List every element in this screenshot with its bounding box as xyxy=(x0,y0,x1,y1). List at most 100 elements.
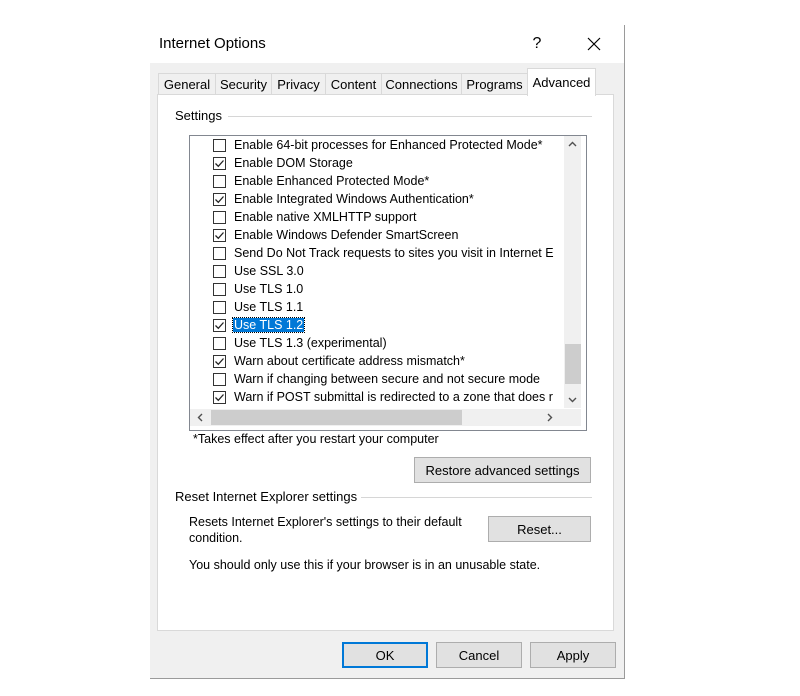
checkbox[interactable] xyxy=(213,355,226,368)
checkmark-icon xyxy=(215,160,224,168)
checkmark-icon xyxy=(215,232,224,240)
reset-warning: You should only use this if your browser… xyxy=(189,558,541,572)
settings-item-label: Enable Windows Defender SmartScreen xyxy=(234,228,459,242)
checkbox[interactable] xyxy=(213,373,226,386)
tab-security[interactable]: Security xyxy=(215,73,272,95)
checkbox[interactable] xyxy=(213,319,226,332)
settings-list-item[interactable]: Enable Windows Defender SmartScreen xyxy=(190,227,564,245)
tab-content[interactable]: Content xyxy=(325,73,382,95)
reset-divider xyxy=(358,497,592,498)
checkbox[interactable] xyxy=(213,301,226,314)
ok-button[interactable]: OK xyxy=(342,642,428,668)
settings-list-item[interactable]: Enable DOM Storage xyxy=(190,155,564,173)
chevron-down-icon xyxy=(568,397,577,403)
settings-group-label: Settings xyxy=(175,108,226,123)
cancel-button[interactable]: Cancel xyxy=(436,642,522,668)
settings-list-item[interactable]: Use TLS 1.0 xyxy=(190,281,564,299)
tab-label: General xyxy=(163,77,211,92)
button-label: Restore advanced settings xyxy=(425,462,580,478)
settings-list-item[interactable]: Use TLS 1.1 xyxy=(190,299,564,317)
settings-list-item[interactable]: Warn about certificate address mismatch* xyxy=(190,353,564,371)
checkbox[interactable] xyxy=(213,229,226,242)
checkbox[interactable] xyxy=(213,157,226,170)
close-button[interactable] xyxy=(572,28,616,60)
settings-item-label: Warn about certificate address mismatch* xyxy=(234,354,465,368)
close-icon xyxy=(587,37,601,51)
scroll-right-arrow[interactable] xyxy=(541,409,558,426)
chevron-left-icon xyxy=(197,413,203,422)
settings-item-label: Enable Integrated Windows Authentication… xyxy=(234,192,474,206)
settings-item-label: Use SSL 3.0 xyxy=(234,264,304,278)
checkbox[interactable] xyxy=(213,391,226,404)
horizontal-scroll-thumb[interactable] xyxy=(211,410,462,425)
settings-list-item[interactable]: Use SSL 3.0 xyxy=(190,263,564,281)
tab-label: Privacy xyxy=(277,77,320,92)
help-button[interactable]: ? xyxy=(515,28,559,60)
scroll-down-arrow[interactable] xyxy=(564,391,581,408)
button-label: Apply xyxy=(556,647,590,663)
settings-item-label: Enable DOM Storage xyxy=(234,156,353,170)
settings-item-label: Enable Enhanced Protected Mode* xyxy=(234,174,430,188)
settings-item-label: Warn if changing between secure and not … xyxy=(234,372,540,386)
checkbox[interactable] xyxy=(213,193,226,206)
tab-strip: General Security Privacy Content Connect… xyxy=(150,63,624,96)
button-label: Cancel xyxy=(458,647,500,663)
settings-list-item[interactable]: Warn if changing between secure and not … xyxy=(190,371,564,389)
settings-list[interactable]: Enable 64-bit processes for Enhanced Pro… xyxy=(189,135,587,431)
settings-item-label: Enable 64-bit processes for Enhanced Pro… xyxy=(234,138,543,152)
chevron-up-icon xyxy=(568,141,577,147)
checkbox[interactable] xyxy=(213,175,226,188)
checkbox[interactable] xyxy=(213,265,226,278)
internet-options-dialog: Internet Options ? General Security Priv… xyxy=(150,25,625,679)
settings-list-item[interactable]: Enable Integrated Windows Authentication… xyxy=(190,191,564,209)
advanced-panel: Settings Enable 64-bit processes for Enh… xyxy=(157,94,614,631)
horizontal-scrollbar[interactable] xyxy=(190,409,581,426)
settings-item-label: Use TLS 1.3 (experimental) xyxy=(234,336,387,350)
vertical-scroll-thumb[interactable] xyxy=(565,344,581,384)
settings-list-item[interactable]: Enable Enhanced Protected Mode* xyxy=(190,173,564,191)
tab-advanced[interactable]: Advanced xyxy=(527,68,596,96)
tab-label: Connections xyxy=(385,77,458,92)
settings-list-item[interactable]: Warn if POST submittal is redirected to … xyxy=(190,389,564,407)
tab-label: Content xyxy=(330,77,377,92)
checkbox[interactable] xyxy=(213,211,226,224)
tab-label: Security xyxy=(220,77,267,92)
tab-label: Programs xyxy=(466,77,523,92)
tab-programs[interactable]: Programs xyxy=(461,73,528,95)
settings-item-label: Use TLS 1.2 xyxy=(231,317,306,333)
settings-list-item[interactable]: Use TLS 1.2 xyxy=(190,317,564,335)
apply-button[interactable]: Apply xyxy=(530,642,616,668)
title-bar: Internet Options ? xyxy=(150,25,624,63)
tab-connections[interactable]: Connections xyxy=(381,73,462,95)
reset-description: Resets Internet Explorer's settings to t… xyxy=(189,515,462,545)
scroll-up-arrow[interactable] xyxy=(564,136,581,153)
checkmark-icon xyxy=(215,196,224,204)
checkbox[interactable] xyxy=(213,139,226,152)
restore-advanced-settings-button[interactable]: Restore advanced settings xyxy=(414,457,591,483)
chevron-right-icon xyxy=(547,413,553,422)
checkmark-icon xyxy=(215,322,224,330)
dialog-title: Internet Options xyxy=(159,35,266,52)
settings-list-item[interactable]: Send Do Not Track requests to sites you … xyxy=(190,245,564,263)
settings-list-item[interactable]: Enable 64-bit processes for Enhanced Pro… xyxy=(190,137,564,155)
reset-button[interactable]: Reset... xyxy=(488,516,591,542)
checkbox[interactable] xyxy=(213,247,226,260)
button-label: OK xyxy=(375,647,395,663)
settings-list-item[interactable]: Use TLS 1.3 (experimental) xyxy=(190,335,564,353)
tab-privacy[interactable]: Privacy xyxy=(271,73,326,95)
tab-label: Advanced xyxy=(532,75,591,90)
settings-item-label: Use TLS 1.0 xyxy=(234,282,304,296)
settings-item-label: Send Do Not Track requests to sites you … xyxy=(234,246,554,260)
checkbox[interactable] xyxy=(213,337,226,350)
settings-item-label: Use TLS 1.1 xyxy=(234,300,304,314)
vertical-scrollbar[interactable] xyxy=(564,136,581,408)
settings-item-label: Enable native XMLHTTP support xyxy=(234,210,417,224)
scroll-left-arrow[interactable] xyxy=(192,409,209,426)
reset-group-label: Reset Internet Explorer settings xyxy=(175,489,362,504)
tab-general[interactable]: General xyxy=(158,73,216,95)
help-icon: ? xyxy=(532,35,542,52)
button-label: Reset... xyxy=(517,521,562,537)
checkmark-icon xyxy=(215,358,224,366)
checkbox[interactable] xyxy=(213,283,226,296)
settings-list-item[interactable]: Enable native XMLHTTP support xyxy=(190,209,564,227)
